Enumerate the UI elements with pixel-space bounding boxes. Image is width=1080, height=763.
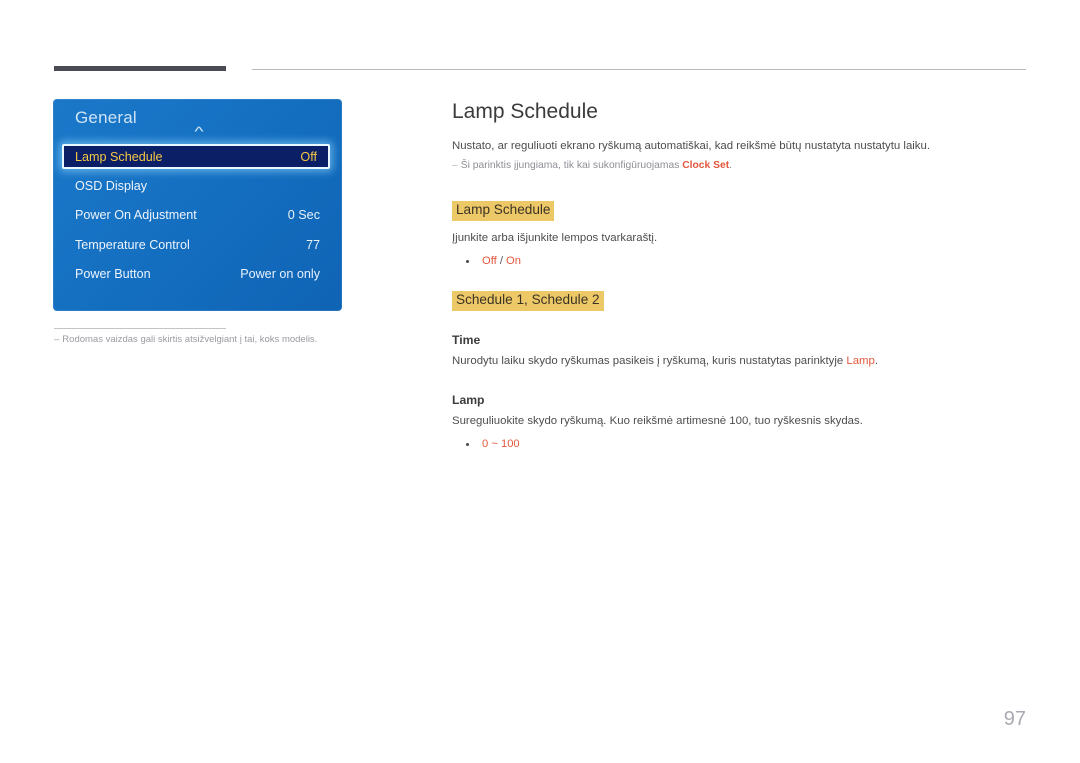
page-number: 97 bbox=[1003, 708, 1026, 730]
section1-paragraph: Įjunkite arba išjunkite lempos tvarkaraš… bbox=[452, 231, 658, 244]
header-rule-thin bbox=[252, 69, 1026, 70]
option-off: Off bbox=[482, 254, 497, 267]
chevron-up-icon: ^ bbox=[194, 124, 204, 139]
time-text-before: Nurodytu laiku skydo ryškumas pasikeis į… bbox=[452, 355, 847, 368]
osd-menu-item-lamp-schedule[interactable]: Lamp Schedule Off bbox=[62, 144, 330, 169]
note-text-after: . bbox=[729, 160, 733, 172]
time-link-lamp[interactable]: Lamp bbox=[846, 355, 875, 367]
note-dash-icon: ‒ bbox=[452, 160, 458, 172]
header-rule-accent bbox=[54, 66, 226, 71]
note-clock-set: ‒ Ši parinktis įjungiama, tik kai sukonfi… bbox=[452, 158, 1032, 173]
lamp-bullet-list: 0 ~ 100 bbox=[452, 436, 1032, 453]
osd-menu-item-label: Temperature Control bbox=[75, 237, 190, 252]
osd-menu-item-value: Off bbox=[300, 149, 317, 164]
note-link-clock-set[interactable]: Clock Set bbox=[682, 160, 729, 171]
osd-menu-item-label: Lamp Schedule bbox=[75, 149, 163, 164]
section-heading-lamp-schedule: Lamp Schedule bbox=[452, 200, 555, 221]
intro-paragraph: Nustato, ar reguliuoti ekrano ryškumą au… bbox=[452, 140, 931, 152]
option-separator: / bbox=[496, 254, 507, 267]
option-range: 0 ~ 100 bbox=[482, 437, 520, 450]
footnote-dash-icon: ‒ bbox=[54, 334, 60, 345]
osd-menu-item-label: Power Button bbox=[75, 266, 151, 281]
lamp-paragraph: Sureguliuokite skydo ryškumą. Kuo reikšm… bbox=[452, 414, 863, 427]
osd-menu-item-label: OSD Display bbox=[75, 178, 148, 193]
note-text-before: Ši parinktis įjungiama, tik kai sukonfig… bbox=[460, 160, 683, 172]
sub-heading-time: Time bbox=[452, 333, 481, 348]
list-item: Off / On bbox=[466, 253, 1032, 270]
osd-menu-item-value: 0 Sec bbox=[287, 207, 320, 222]
osd-menu-panel: General ^ Lamp Schedule Off OSD Display … bbox=[53, 99, 342, 311]
page-title: Lamp Schedule bbox=[452, 100, 598, 123]
time-text-after: . bbox=[874, 355, 879, 368]
section1-bullet-list: Off / On bbox=[452, 253, 1032, 270]
content-column: Lamp Schedule Nustato, ar reguliuoti ekr… bbox=[452, 100, 1032, 452]
osd-menu-item-osd-display[interactable]: OSD Display bbox=[75, 175, 320, 196]
osd-menu-item-value: Power on only bbox=[240, 266, 320, 281]
section-heading-schedules: Schedule 1, Schedule 2 bbox=[452, 291, 604, 312]
option-on: On bbox=[506, 254, 521, 267]
footnote-text: Rodomas vaizdas gali skirtis atsižvelgia… bbox=[62, 334, 318, 345]
footnote: ‒ Rodomas vaizdas gali skirtis atsižvelgi… bbox=[54, 334, 384, 345]
osd-menu-item-temperature-control[interactable]: Temperature Control 77 bbox=[75, 234, 320, 255]
time-paragraph: Nurodytu laiku skydo ryškumas pasikeis į… bbox=[452, 353, 1032, 370]
osd-menu-item-power-button[interactable]: Power Button Power on only bbox=[75, 263, 320, 284]
list-item: 0 ~ 100 bbox=[466, 436, 1032, 453]
footnote-divider bbox=[54, 328, 226, 329]
osd-menu-title: General bbox=[75, 108, 137, 127]
osd-menu-item-power-on-adjustment[interactable]: Power On Adjustment 0 Sec bbox=[75, 204, 320, 225]
osd-menu-item-label: Power On Adjustment bbox=[75, 207, 197, 222]
osd-menu-item-value: 77 bbox=[305, 237, 320, 252]
sub-heading-lamp: Lamp bbox=[452, 392, 485, 407]
